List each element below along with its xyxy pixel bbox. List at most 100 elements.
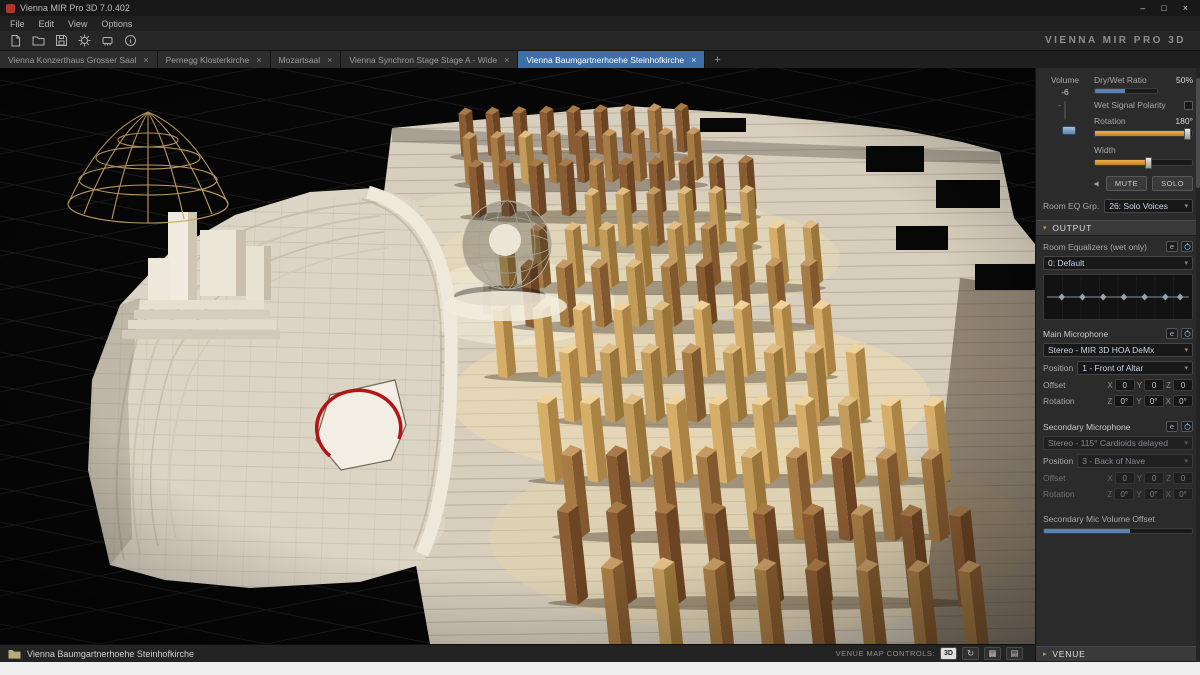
map-control-3d-button[interactable]: 3D bbox=[940, 647, 957, 660]
tab-close-icon[interactable]: × bbox=[504, 55, 509, 65]
collapse-arrow-icon[interactable]: ▸ bbox=[1043, 650, 1047, 658]
rotation-row-label: Rotation bbox=[1043, 489, 1075, 499]
audio-routing-icon[interactable] bbox=[98, 33, 116, 49]
main-rotation-y-input[interactable] bbox=[1144, 395, 1164, 407]
axis-x-label: X bbox=[1166, 490, 1171, 499]
secondary-mic-position-label: Position bbox=[1043, 456, 1073, 466]
secondary-mic-volume-offset-label: Secondary Mic Volume Offset bbox=[1043, 514, 1193, 524]
secondary-rotation-z-input[interactable] bbox=[1114, 488, 1134, 500]
menu-file[interactable]: File bbox=[4, 18, 31, 30]
main-rotation-z-input[interactable] bbox=[1114, 395, 1134, 407]
menu-view[interactable]: View bbox=[62, 18, 93, 30]
secondary-mic-header: Secondary Microphone bbox=[1043, 422, 1130, 432]
map-controls-label: VENUE MAP CONTROLS: bbox=[836, 649, 935, 658]
main-mic-edit-button[interactable]: e bbox=[1166, 328, 1178, 339]
offset-label: Offset bbox=[1043, 473, 1066, 483]
tab-close-icon[interactable]: × bbox=[691, 55, 696, 65]
output-routing-icon[interactable] bbox=[1094, 178, 1101, 190]
wet-polarity-checkbox[interactable] bbox=[1184, 101, 1193, 110]
scene-svg[interactable] bbox=[0, 68, 1035, 644]
panel-scrollbar[interactable] bbox=[1196, 68, 1200, 662]
main-mic-type-dropdown[interactable]: Stereo - MIR 3D HOA DeMx ▾ bbox=[1043, 343, 1193, 357]
eq-power-button[interactable] bbox=[1181, 241, 1193, 252]
eq-curve-display[interactable] bbox=[1043, 274, 1193, 320]
close-button[interactable]: × bbox=[1183, 3, 1188, 13]
rotation-row-label: Rotation bbox=[1043, 396, 1075, 406]
dry-wet-slider[interactable] bbox=[1094, 88, 1158, 94]
collapse-arrow-icon[interactable]: ▾ bbox=[1043, 224, 1047, 232]
3d-venue-viewport[interactable] bbox=[0, 68, 1035, 644]
menu-options[interactable]: Options bbox=[95, 18, 138, 30]
main-rotation-x-input[interactable] bbox=[1173, 395, 1193, 407]
secondary-mic-volume-offset-slider[interactable] bbox=[1043, 528, 1193, 534]
main-mic-rotation-row: Rotation Z Y X bbox=[1043, 395, 1193, 407]
secondary-offset-x-input[interactable] bbox=[1115, 472, 1135, 484]
vignette-overlay bbox=[0, 68, 1035, 644]
axis-x-label: X bbox=[1107, 474, 1112, 483]
mute-button[interactable]: MUTE bbox=[1106, 176, 1147, 191]
venue-folder-icon bbox=[8, 648, 21, 659]
eq-preset-dropdown[interactable]: 0: Default ▾ bbox=[1043, 256, 1193, 270]
main-offset-x-input[interactable] bbox=[1115, 379, 1135, 391]
bottom-strip bbox=[0, 662, 1200, 675]
map-control-layers-button[interactable]: ▤ bbox=[1006, 647, 1023, 660]
menu-edit[interactable]: Edit bbox=[33, 18, 61, 30]
secondary-mic-type-dropdown[interactable]: Stereo - 115° Cardioids delayed ▾ bbox=[1043, 436, 1193, 450]
room-equalizers-label: Room Equalizers (wet only) bbox=[1043, 242, 1147, 252]
main-offset-z-input[interactable] bbox=[1173, 379, 1193, 391]
main-mic-header: Main Microphone bbox=[1043, 329, 1108, 339]
tab-close-icon[interactable]: × bbox=[143, 55, 148, 65]
volume-fader[interactable] bbox=[1064, 101, 1066, 120]
secondary-offset-y-input[interactable] bbox=[1144, 472, 1164, 484]
minimize-button[interactable]: – bbox=[1140, 3, 1145, 13]
rotation-slider-handle[interactable] bbox=[1184, 128, 1191, 140]
room-eq-grp-value: 26: Solo Voices bbox=[1109, 201, 1168, 211]
axis-y-label: Y bbox=[1137, 474, 1142, 483]
offset-label: Offset bbox=[1043, 380, 1066, 390]
eq-edit-button[interactable]: e bbox=[1166, 241, 1178, 252]
secondary-rotation-x-input[interactable] bbox=[1173, 488, 1193, 500]
secondary-rotation-y-input[interactable] bbox=[1144, 488, 1164, 500]
room-eq-grp-dropdown[interactable]: 26: Solo Voices ▾ bbox=[1104, 199, 1193, 213]
tab-2[interactable]: Mozartsaal × bbox=[271, 51, 342, 68]
rotation-slider[interactable] bbox=[1094, 130, 1193, 137]
solo-button[interactable]: SOLO bbox=[1152, 176, 1193, 191]
main-mic-power-button[interactable] bbox=[1181, 328, 1193, 339]
save-icon[interactable] bbox=[52, 33, 70, 49]
tab-1[interactable]: Pernegg Klosterkirche× bbox=[158, 51, 271, 68]
info-icon[interactable] bbox=[121, 33, 139, 49]
tab-0[interactable]: Vienna Konzerthaus Grosser Saal× bbox=[0, 51, 158, 68]
chevron-down-icon: ▾ bbox=[1184, 364, 1188, 372]
tab-4-active[interactable]: Vienna Baumgartnerhoehe Steinhofkirche× bbox=[518, 51, 705, 68]
map-control-grid-button[interactable]: ▦ bbox=[984, 647, 1001, 660]
secondary-offset-z-input[interactable] bbox=[1173, 472, 1193, 484]
width-label: Width bbox=[1094, 145, 1116, 155]
axis-y-label: Y bbox=[1136, 397, 1141, 406]
panel-scrollbar-thumb[interactable] bbox=[1196, 78, 1200, 188]
volume-fader-handle[interactable] bbox=[1062, 126, 1076, 135]
venue-header-label: VENUE bbox=[1052, 649, 1085, 659]
tab-label: Mozartsaal bbox=[279, 55, 321, 65]
main-mic-position-dropdown[interactable]: 1 - Front of Altar ▾ bbox=[1077, 361, 1193, 375]
output-section-header[interactable]: ▾ OUTPUT bbox=[1036, 220, 1200, 236]
secondary-mic-power-button[interactable] bbox=[1181, 421, 1193, 432]
maximize-button[interactable]: □ bbox=[1161, 3, 1166, 13]
map-control-orbit-button[interactable]: ↻ bbox=[962, 647, 979, 660]
tab-close-icon[interactable]: × bbox=[327, 55, 332, 65]
secondary-mic-rotation-row: Rotation Z Y X bbox=[1043, 488, 1193, 500]
width-slider-handle[interactable] bbox=[1145, 157, 1152, 169]
dry-wet-value: 50% bbox=[1176, 75, 1193, 85]
chevron-down-icon: ▾ bbox=[1184, 259, 1188, 267]
secondary-mic-position-dropdown[interactable]: 3 - Back of Nave ▾ bbox=[1077, 454, 1193, 468]
secondary-mic-edit-button[interactable]: e bbox=[1166, 421, 1178, 432]
tab-3[interactable]: Vienna Synchron Stage Stage A - Wide× bbox=[341, 51, 518, 68]
settings-gear-icon[interactable] bbox=[75, 33, 93, 49]
width-slider[interactable] bbox=[1094, 159, 1193, 166]
dry-wet-label: Dry/Wet Ratio bbox=[1094, 75, 1147, 85]
tab-close-icon[interactable]: × bbox=[256, 55, 261, 65]
venue-section-header[interactable]: ▸ VENUE bbox=[1036, 646, 1200, 662]
open-folder-icon[interactable] bbox=[29, 33, 47, 49]
add-tab-button[interactable]: + bbox=[705, 51, 729, 68]
new-project-icon[interactable] bbox=[6, 33, 24, 49]
main-offset-y-input[interactable] bbox=[1144, 379, 1164, 391]
